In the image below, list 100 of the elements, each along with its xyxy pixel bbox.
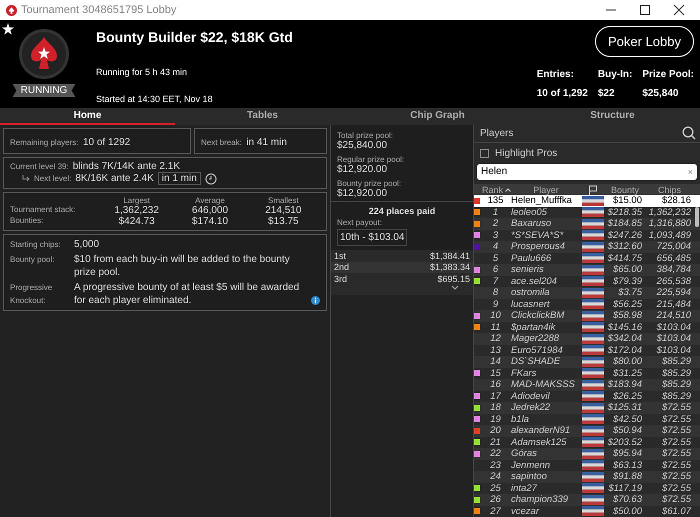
info-icon[interactable]: [311, 296, 320, 305]
chips-cell-text: $103.04: [656, 344, 692, 356]
rank-cell-text: 3: [492, 230, 500, 241]
player-row[interactable]: 8 ostromila $3.75 225,594: [474, 287, 700, 298]
flag-icon: [582, 448, 604, 459]
player-row[interactable]: 21 Adamsek125 $203.52 $72.55: [474, 436, 700, 448]
player-row[interactable]: 22 Góras $95.94 $72.55: [474, 448, 700, 460]
player-row[interactable]: 16 MAD-MAKSSS $183.94 $85.29: [474, 379, 700, 390]
player-row[interactable]: 3 *S*SEVA*S* $247.26 1,093,489: [474, 230, 700, 241]
player-name: Jenmenn: [511, 460, 552, 471]
flag-icon: [582, 506, 604, 516]
players-title: Players: [480, 128, 514, 139]
player-row[interactable]: 12 Mager2288 $342.04 $103.04: [474, 333, 700, 344]
player-row[interactable]: 7 ace.sel204 $79.39 265,538: [474, 276, 700, 287]
player-row[interactable]: 15 FKars $31.25 $85.29: [474, 368, 700, 379]
column-header[interactable]: Bounty: [605, 184, 645, 194]
chips-cell-text: $72.55: [660, 482, 692, 494]
bounty-cell-text: $63.13: [612, 460, 643, 471]
table-cell-text: $174.10: [190, 216, 230, 227]
flag-icon: [582, 299, 604, 310]
poker-lobby-button[interactable]: Poker Lobby: [595, 26, 694, 57]
star-icon[interactable]: [2, 23, 14, 35]
tab[interactable]: Structure: [525, 108, 700, 125]
player-row[interactable]: 11 $partan4ik $145.16 $103.04: [474, 322, 700, 333]
rank-cell-text: 8: [492, 287, 500, 298]
search-icon[interactable]: [682, 126, 696, 140]
player-row[interactable]: 9 lucasnert $56.25 215,484: [474, 298, 700, 310]
row-label: Tournament stack:: [10, 205, 76, 216]
player-row[interactable]: 2 Baxaruso $184.85 1,316,880: [474, 218, 700, 230]
next-level-label: Next level:: [34, 174, 72, 183]
player-row[interactable]: 23 Jenmenn $63.13 $72.55: [474, 460, 700, 471]
player-row[interactable]: 14 DS`SHADE $80.00 $85.29: [474, 356, 700, 368]
spade-logo-icon: [18, 28, 70, 80]
player-row[interactable]: 17 Adiodevil $26.25 $85.29: [474, 390, 700, 402]
row-label: Bounties:: [10, 216, 44, 227]
tab[interactable]: Chip Graph: [350, 108, 525, 125]
tab[interactable]: Tables: [175, 108, 350, 125]
bounty-cell-text: $342.04: [606, 333, 643, 344]
rank-cell-text: 7: [492, 276, 500, 287]
player-row[interactable]: 19 b1la $42.50 $72.55: [474, 414, 700, 425]
player-name: champion339: [511, 494, 570, 506]
flag-icon: [582, 437, 604, 448]
column-header[interactable]: Chips: [645, 184, 694, 194]
flag-icon: [582, 242, 604, 252]
chips-cell-text: $72.55: [660, 460, 692, 471]
chips-cell-text: 215,484: [656, 298, 692, 310]
current-level-label: Current level 39:: [10, 162, 69, 171]
column-header[interactable]: Rank: [480, 184, 511, 194]
stat-label: Entries:: [536, 69, 575, 80]
rank-cell-text: 25: [489, 482, 502, 494]
player-row[interactable]: 13 Euro571984 $172.04 $103.04: [474, 344, 700, 356]
flag-icon: [582, 460, 604, 470]
player-row[interactable]: 26 champion339 $70.63 $72.55: [474, 494, 700, 506]
flag-icon: [582, 345, 604, 356]
clock-icon: [204, 172, 217, 184]
rank-cell-text: 16: [489, 379, 502, 390]
clear-button[interactable]: ×: [688, 166, 693, 177]
rank-cell-text: 23: [489, 460, 502, 471]
rank-cell-text: 17: [489, 390, 502, 402]
rank-cell-text: 21: [489, 436, 502, 448]
bounty-cell-text: $203.52: [606, 436, 643, 448]
search-field[interactable]: Helen ×: [477, 164, 697, 180]
player-row[interactable]: 10 ClickclickBM $58.98 214,510: [474, 310, 700, 322]
player-row[interactable]: 25 inta27 $117.19 $72.55: [474, 482, 700, 494]
player-name: Paulu666: [511, 252, 552, 264]
player-row[interactable]: 18 Jedrek22 $125.31 $72.55: [474, 402, 700, 414]
info-label: Starting chips:: [10, 239, 62, 251]
rank-cell-text: 10: [489, 310, 502, 322]
next-break-value: in 41 min: [246, 137, 287, 148]
sort-up-icon: [505, 188, 511, 192]
bounty-cell-text: $172.04: [606, 344, 643, 356]
player-name: Adamsek125: [511, 436, 568, 448]
window-title: Tournament 3048651795 Lobby: [21, 4, 178, 16]
table-cell-text: $424.73: [118, 216, 156, 227]
checkbox[interactable]: [480, 148, 489, 158]
column-header: Average: [194, 196, 226, 205]
player-row[interactable]: 135 Helen_Mufffka $15.00 $28.16: [474, 195, 700, 206]
rank-cell-text: 1: [492, 206, 500, 218]
bounty-cell-text: $218.35: [606, 206, 643, 218]
chips-cell-text: 1,362,232: [648, 206, 692, 218]
bounty-cell-text: $95.94: [612, 448, 643, 460]
bounty-cell-text: $70.63: [612, 494, 643, 506]
player-row[interactable]: 6 senieris $65.00 384,784: [474, 264, 700, 276]
chips-cell-text: 384,784: [656, 264, 692, 276]
bounty-cell-text: $31.25: [612, 368, 643, 379]
remaining-label: Remaining players:: [10, 138, 78, 147]
chips-cell-text: $85.29: [660, 390, 692, 402]
bounty-cell-text: $50.00: [612, 506, 643, 517]
flag-icon[interactable]: [588, 184, 598, 194]
player-row[interactable]: 24 sapintoo $91.88 $72.55: [474, 471, 700, 482]
column-header[interactable]: Player: [511, 184, 581, 194]
chips-cell-text: $72.55: [660, 425, 692, 436]
player-row[interactable]: 4 Prosperous4 $312.60 725,004: [474, 241, 700, 252]
player-row[interactable]: 5 Paulu666 $414.75 656,485: [474, 252, 700, 264]
chevron-down-icon[interactable]: [451, 284, 459, 290]
scrollbar-thumb[interactable]: [695, 207, 699, 227]
info-text: 5,000: [74, 238, 100, 251]
player-row[interactable]: 27 vcezar $50.00 $61.07: [474, 506, 700, 517]
player-row[interactable]: 20 alexanderN91 $50.94 $72.55: [474, 425, 700, 436]
chips-cell-text: $85.29: [660, 356, 692, 368]
